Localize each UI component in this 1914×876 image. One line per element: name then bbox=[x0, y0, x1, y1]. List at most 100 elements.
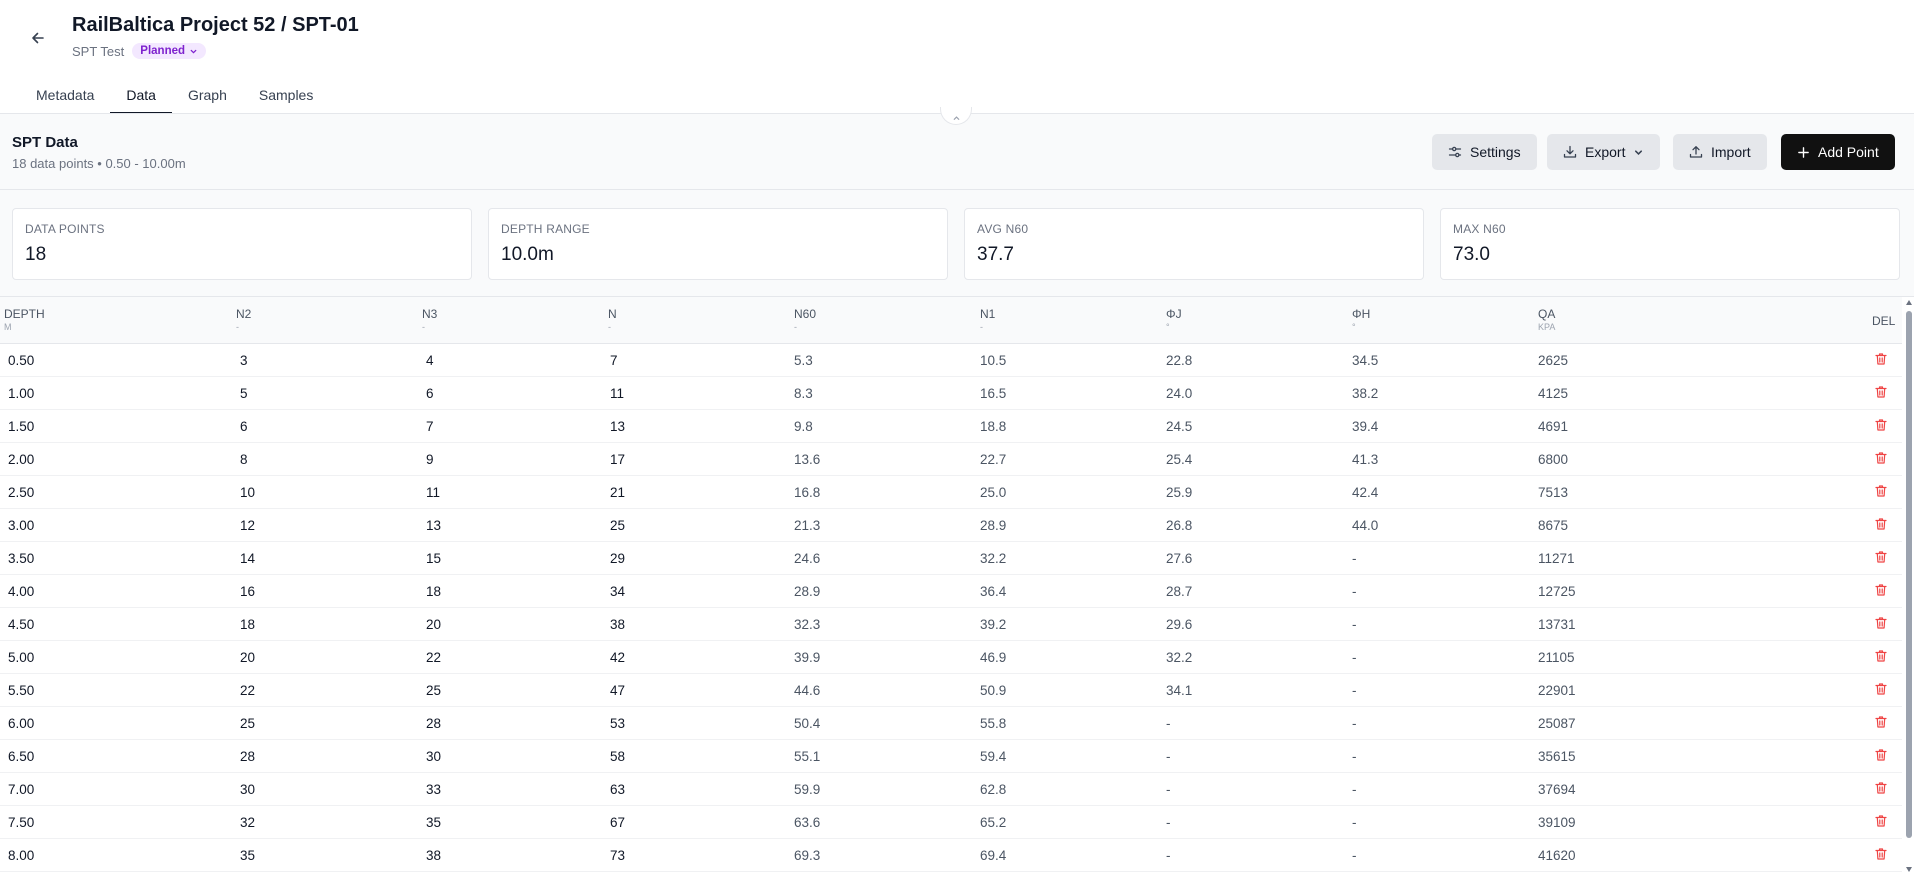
table-cell[interactable]: 17 bbox=[610, 452, 625, 467]
table-cell[interactable]: 5 bbox=[240, 386, 248, 401]
table-cell[interactable]: 59.4 bbox=[980, 749, 1006, 764]
table-row[interactable]: 7.00 30 33 63 59.9 62.8 - - 37694 bbox=[0, 773, 1902, 806]
table-cell[interactable]: 47 bbox=[610, 683, 625, 698]
table-row[interactable]: 2.50 10 11 21 16.8 25.0 25.9 42.4 7513 bbox=[0, 476, 1902, 509]
table-cell[interactable]: 63.6 bbox=[794, 815, 820, 830]
table-cell[interactable]: 25.4 bbox=[1166, 452, 1192, 467]
table-cell[interactable]: 2.00 bbox=[8, 452, 34, 467]
table-cell[interactable]: 24.0 bbox=[1166, 386, 1192, 401]
table-cell[interactable]: 38 bbox=[610, 617, 625, 632]
settings-button[interactable]: Settings bbox=[1432, 134, 1537, 170]
table-cell[interactable]: 6 bbox=[426, 386, 434, 401]
table-cell[interactable]: 50.9 bbox=[980, 683, 1006, 698]
table-cell[interactable]: 65.2 bbox=[980, 815, 1006, 830]
table-cell[interactable]: 8.00 bbox=[8, 848, 34, 863]
table-cell[interactable]: 26.8 bbox=[1166, 518, 1192, 533]
table-cell[interactable]: 5.00 bbox=[8, 650, 34, 665]
table-cell[interactable]: 30 bbox=[240, 782, 255, 797]
delete-row-button[interactable] bbox=[1874, 781, 1890, 797]
table-row[interactable]: 6.50 28 30 58 55.1 59.4 - - 35615 bbox=[0, 740, 1902, 773]
table-cell[interactable]: - bbox=[1352, 683, 1357, 698]
table-cell[interactable]: 29 bbox=[610, 551, 625, 566]
table-cell[interactable]: 7 bbox=[610, 353, 618, 368]
tab-samples[interactable]: Samples bbox=[243, 78, 329, 114]
table-cell[interactable]: 25 bbox=[426, 683, 441, 698]
table-cell[interactable]: 16.5 bbox=[980, 386, 1006, 401]
table-cell[interactable]: 2625 bbox=[1538, 353, 1568, 368]
table-row[interactable]: 0.50 3 4 7 5.3 10.5 22.8 34.5 2625 bbox=[0, 344, 1902, 377]
table-cell[interactable]: 39.9 bbox=[794, 650, 820, 665]
table-cell[interactable]: 11271 bbox=[1538, 551, 1575, 566]
table-cell[interactable]: 55.8 bbox=[980, 716, 1006, 731]
table-cell[interactable]: 25.9 bbox=[1166, 485, 1192, 500]
table-row[interactable]: 5.00 20 22 42 39.9 46.9 32.2 - 21105 bbox=[0, 641, 1902, 674]
delete-row-button[interactable] bbox=[1874, 814, 1890, 830]
table-cell[interactable]: 4.50 bbox=[8, 617, 34, 632]
table-cell[interactable]: 53 bbox=[610, 716, 625, 731]
table-cell[interactable]: - bbox=[1166, 749, 1171, 764]
table-cell[interactable]: 21105 bbox=[1538, 650, 1575, 665]
table-cell[interactable]: 0.50 bbox=[8, 353, 34, 368]
table-cell[interactable]: - bbox=[1352, 815, 1357, 830]
table-cell[interactable]: 58 bbox=[610, 749, 625, 764]
table-cell[interactable]: 62.8 bbox=[980, 782, 1006, 797]
table-cell[interactable]: 28.9 bbox=[980, 518, 1006, 533]
table-cell[interactable]: 38.2 bbox=[1352, 386, 1378, 401]
delete-row-button[interactable] bbox=[1874, 649, 1890, 665]
scroll-down-arrow-icon[interactable] bbox=[1905, 866, 1913, 873]
table-cell[interactable]: 35 bbox=[240, 848, 255, 863]
table-row[interactable]: 4.50 18 20 38 32.3 39.2 29.6 - 13731 bbox=[0, 608, 1902, 641]
table-cell[interactable]: 16.8 bbox=[794, 485, 820, 500]
delete-row-button[interactable] bbox=[1874, 550, 1890, 566]
table-cell[interactable]: 7513 bbox=[1538, 485, 1568, 500]
delete-row-button[interactable] bbox=[1874, 616, 1890, 632]
table-cell[interactable]: 10.5 bbox=[980, 353, 1006, 368]
table-cell[interactable]: 12725 bbox=[1538, 584, 1576, 599]
import-button[interactable]: Import bbox=[1673, 134, 1767, 170]
table-cell[interactable]: 44.0 bbox=[1352, 518, 1378, 533]
table-cell[interactable]: 50.4 bbox=[794, 716, 820, 731]
table-cell[interactable]: 21 bbox=[610, 485, 625, 500]
table-cell[interactable]: 3 bbox=[240, 353, 248, 368]
table-row[interactable]: 2.00 8 9 17 13.6 22.7 25.4 41.3 6800 bbox=[0, 443, 1902, 476]
delete-row-button[interactable] bbox=[1874, 385, 1890, 401]
table-cell[interactable]: 24.5 bbox=[1166, 419, 1192, 434]
table-cell[interactable]: 28.7 bbox=[1166, 584, 1192, 599]
table-cell[interactable]: - bbox=[1352, 848, 1357, 863]
delete-row-button[interactable] bbox=[1874, 583, 1890, 599]
table-cell[interactable]: 4125 bbox=[1538, 386, 1568, 401]
table-cell[interactable]: 25087 bbox=[1538, 716, 1576, 731]
table-cell[interactable]: 69.4 bbox=[980, 848, 1006, 863]
table-row[interactable]: 7.50 32 35 67 63.6 65.2 - - 39109 bbox=[0, 806, 1902, 839]
table-cell[interactable]: 67 bbox=[610, 815, 625, 830]
table-cell[interactable]: 7.00 bbox=[8, 782, 34, 797]
table-cell[interactable]: 22.8 bbox=[1166, 353, 1192, 368]
table-cell[interactable]: 22 bbox=[240, 683, 255, 698]
table-cell[interactable]: 36.4 bbox=[980, 584, 1006, 599]
table-cell[interactable]: 59.9 bbox=[794, 782, 820, 797]
table-cell[interactable]: 34.1 bbox=[1166, 683, 1192, 698]
delete-row-button[interactable] bbox=[1874, 484, 1890, 500]
table-cell[interactable]: 5.3 bbox=[794, 353, 813, 368]
table-cell[interactable]: 28.9 bbox=[794, 584, 820, 599]
scrollbar-thumb[interactable] bbox=[1906, 311, 1912, 838]
export-button[interactable]: Export bbox=[1547, 134, 1661, 170]
table-cell[interactable]: 27.6 bbox=[1166, 551, 1192, 566]
table-cell[interactable]: 18.8 bbox=[980, 419, 1006, 434]
table-cell[interactable]: 7 bbox=[426, 419, 434, 434]
table-cell[interactable]: - bbox=[1166, 848, 1171, 863]
table-cell[interactable]: 10 bbox=[240, 485, 255, 500]
table-cell[interactable]: 42 bbox=[610, 650, 625, 665]
add-point-button[interactable]: Add Point bbox=[1781, 134, 1895, 170]
table-cell[interactable]: 13.6 bbox=[794, 452, 820, 467]
status-badge[interactable]: Planned bbox=[132, 43, 207, 59]
table-cell[interactable]: 42.4 bbox=[1352, 485, 1378, 500]
table-cell[interactable]: 7.50 bbox=[8, 815, 34, 830]
table-cell[interactable]: - bbox=[1352, 650, 1357, 665]
delete-row-button[interactable] bbox=[1874, 517, 1890, 533]
scroll-up-arrow-icon[interactable] bbox=[1905, 299, 1913, 306]
table-cell[interactable]: 22.7 bbox=[980, 452, 1006, 467]
table-cell[interactable]: 32 bbox=[240, 815, 255, 830]
table-cell[interactable]: 3.00 bbox=[8, 518, 34, 533]
table-cell[interactable]: 20 bbox=[426, 617, 441, 632]
